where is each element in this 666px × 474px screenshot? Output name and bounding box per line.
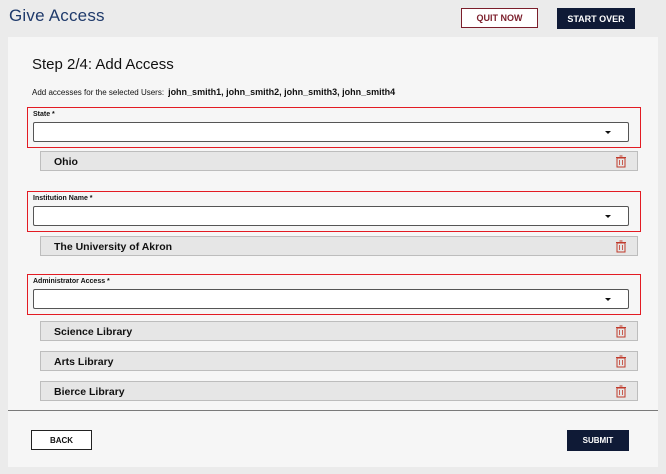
submit-button[interactable]: SUBMIT [567, 430, 629, 451]
state-label: State * [33, 111, 55, 118]
footer-divider [8, 410, 658, 411]
list-item-label: Ohio [54, 156, 78, 168]
page-title: Give Access [9, 6, 105, 25]
state-field: State * [27, 107, 641, 148]
chevron-down-icon [605, 298, 611, 301]
selected-users-prefix: Add accesses for the selected Users: [32, 88, 165, 97]
trash-icon[interactable] [615, 385, 627, 398]
admin-access-select[interactable] [33, 289, 629, 309]
list-item-label: Bierce Library [54, 386, 125, 398]
list-item-label: The University of Akron [54, 241, 173, 253]
institution-label: Institution Name * [33, 195, 93, 202]
admin-item-science-library: Science Library [40, 321, 638, 341]
state-select[interactable] [33, 122, 629, 142]
trash-icon[interactable] [615, 355, 627, 368]
admin-item-arts-library: Arts Library [40, 351, 638, 371]
selected-users: john_smith1, john_smith2, john_smith3, j… [168, 87, 396, 97]
trash-icon[interactable] [615, 325, 627, 338]
trash-icon[interactable] [615, 240, 627, 253]
trash-icon[interactable] [615, 155, 627, 168]
back-button[interactable]: BACK [31, 430, 92, 450]
list-item-label: Arts Library [54, 356, 114, 368]
chevron-down-icon [605, 131, 611, 134]
admin-access-field: Administrator Access * [27, 274, 641, 315]
top-bar: Give Access QUIT NOW START OVER [0, 0, 666, 36]
list-item-label: Science Library [54, 326, 133, 338]
admin-access-label: Administrator Access * [33, 278, 110, 285]
step-title: Step 2/4: Add Access [32, 56, 174, 73]
quit-now-button[interactable]: QUIT NOW [461, 8, 538, 28]
institution-item-akron: The University of Akron [40, 236, 638, 256]
state-item-ohio: Ohio [40, 151, 638, 171]
institution-field: Institution Name * [27, 191, 641, 232]
admin-item-bierce-library: Bierce Library [40, 381, 638, 401]
selected-users-line: Add accesses for the selected Users: john… [32, 87, 395, 97]
start-over-button[interactable]: START OVER [557, 8, 635, 29]
institution-select[interactable] [33, 206, 629, 226]
chevron-down-icon [605, 215, 611, 218]
form-card: Step 2/4: Add Access Add accesses for th… [8, 37, 658, 467]
